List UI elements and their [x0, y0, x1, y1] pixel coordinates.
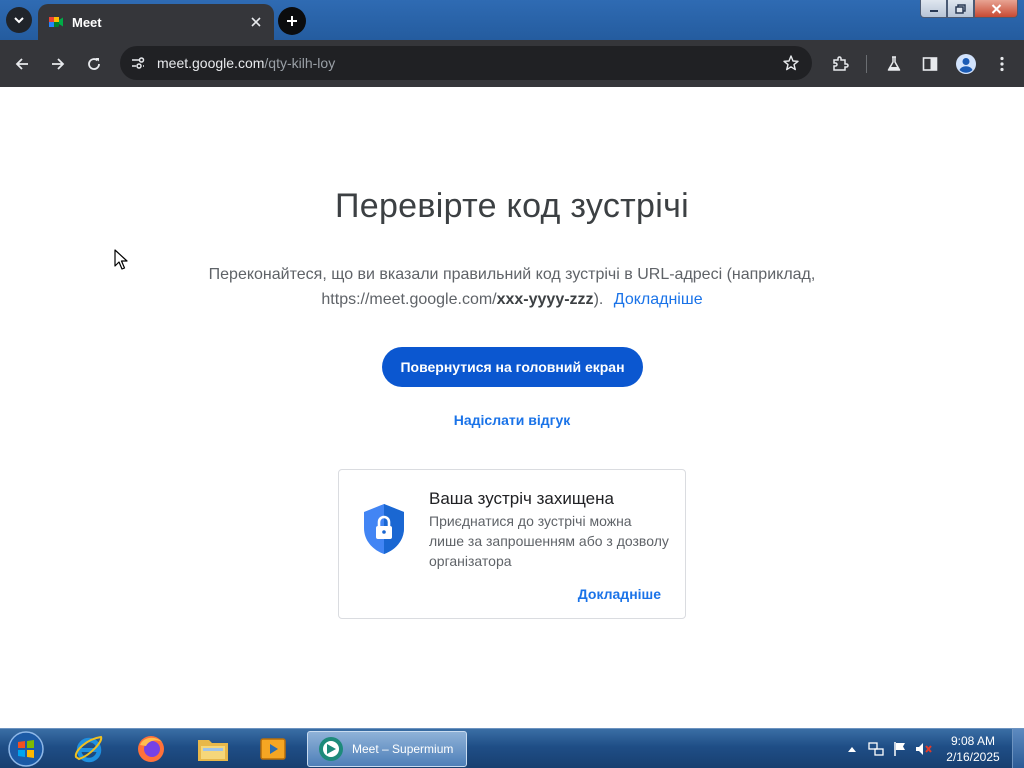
minimize-button[interactable] [920, 0, 947, 18]
page-description: Переконайтеся, що ви вказали правильний … [192, 262, 832, 312]
new-tab-button[interactable] [278, 7, 306, 35]
close-icon [251, 17, 261, 27]
description-text: Переконайтеся, що ви вказали правильний … [208, 266, 816, 283]
firefox-icon [138, 736, 164, 762]
taskbar-supermium-window[interactable]: Meet – Supermium [307, 731, 467, 767]
extensions-button[interactable] [826, 50, 854, 78]
taskbar-file-explorer[interactable] [186, 731, 240, 767]
taskbar-window-label: Meet – Supermium [352, 742, 454, 756]
description-url-suffix: ). [593, 291, 604, 308]
page-content: Перевірте код зустрічі Переконайтеся, що… [0, 87, 1024, 728]
reload-icon [88, 58, 100, 70]
volume-muted-icon [916, 743, 932, 755]
media-player-icon [260, 738, 286, 760]
feedback-row: Надіслати відгук [0, 412, 1024, 428]
url-path: /qty-kilh-loy [264, 55, 336, 71]
shield-lock-icon [364, 504, 404, 554]
arrow-right-icon [52, 58, 65, 70]
card-text: Приєднатися до зустрічі можна лише за за… [429, 513, 669, 569]
labs-button[interactable] [880, 50, 908, 78]
browser-menu-button[interactable] [988, 50, 1016, 78]
network-icon [868, 742, 884, 756]
flask-icon [887, 56, 901, 71]
side-panel-button[interactable] [916, 50, 944, 78]
taskbar-clock[interactable]: 9:08 AM 2/16/2025 [940, 733, 1006, 765]
internet-explorer-icon [74, 735, 103, 763]
send-feedback-link[interactable]: Надіслати відгук [454, 412, 571, 428]
forward-button[interactable] [44, 50, 72, 78]
caret-up-icon [848, 747, 856, 752]
url-host: meet.google.com [157, 55, 265, 71]
card-learn-more-link[interactable]: Докладніше [578, 586, 661, 602]
toolbar-separator [866, 55, 867, 73]
arrow-left-icon [15, 58, 28, 70]
minimize-icon [929, 9, 938, 12]
volume-tray-button[interactable] [914, 739, 934, 759]
return-home-button[interactable]: Повернутися на головний екран [382, 347, 643, 387]
windows-taskbar: Meet – Supermium 9:08 AM 2/16/2025 [0, 728, 1024, 768]
back-button[interactable] [8, 50, 36, 78]
address-bar[interactable]: meet.google.com/qty-kilh-loy [120, 46, 812, 80]
bookmark-star-icon[interactable] [782, 54, 800, 72]
taskbar-internet-explorer[interactable] [62, 731, 116, 767]
show-hidden-icons-button[interactable] [842, 739, 862, 759]
tab-close-button[interactable] [248, 14, 264, 30]
google-meet-icon [49, 17, 63, 27]
description-url-code: xxx-yyyy-zzz [496, 291, 594, 308]
restore-icon [955, 3, 966, 14]
profile-button[interactable] [952, 50, 980, 78]
start-button[interactable] [4, 730, 48, 768]
more-vert-icon [1000, 56, 1004, 72]
taskbar-firefox[interactable] [124, 731, 178, 767]
browser-tab-strip: Meet [0, 0, 1024, 40]
tab-search-button[interactable] [6, 7, 32, 33]
description-url-prefix: https://meet.google.com/ [321, 291, 497, 308]
close-icon [991, 3, 1001, 14]
action-center-tray-button[interactable] [890, 739, 910, 759]
restore-button[interactable] [947, 0, 974, 18]
plus-icon [287, 16, 297, 26]
page-title: Перевірте код зустрічі [335, 187, 689, 225]
card-title: Ваша зустріч захищена [429, 489, 614, 508]
site-settings-icon[interactable] [130, 54, 148, 72]
tab-title: Meet [72, 14, 102, 30]
avatar-icon [956, 54, 976, 74]
taskbar-media-player[interactable] [246, 731, 300, 767]
window-controls [920, 0, 1018, 18]
supermium-icon [319, 737, 343, 761]
puzzle-icon [833, 56, 849, 71]
show-desktop-button[interactable] [1012, 729, 1024, 768]
reload-button[interactable] [80, 50, 108, 78]
folder-icon [198, 740, 228, 761]
close-window-button[interactable] [974, 0, 1018, 18]
browser-toolbar: meet.google.com/qty-kilh-loy [0, 40, 1024, 87]
chevron-down-icon [14, 17, 24, 24]
mouse-cursor-icon [114, 249, 128, 270]
clock-date: 2/16/2025 [946, 750, 1000, 764]
network-tray-button[interactable] [866, 739, 886, 759]
security-info-card: Ваша зустріч захищена Приєднатися до зус… [338, 469, 686, 619]
browser-tab-meet[interactable]: Meet [38, 4, 274, 40]
flag-icon [894, 742, 905, 756]
system-tray [842, 739, 938, 759]
clock-time: 9:08 AM [950, 734, 996, 748]
learn-more-link[interactable]: Докладніше [614, 291, 703, 308]
side-panel-icon [922, 57, 938, 71]
windows-orb-icon [8, 731, 44, 767]
